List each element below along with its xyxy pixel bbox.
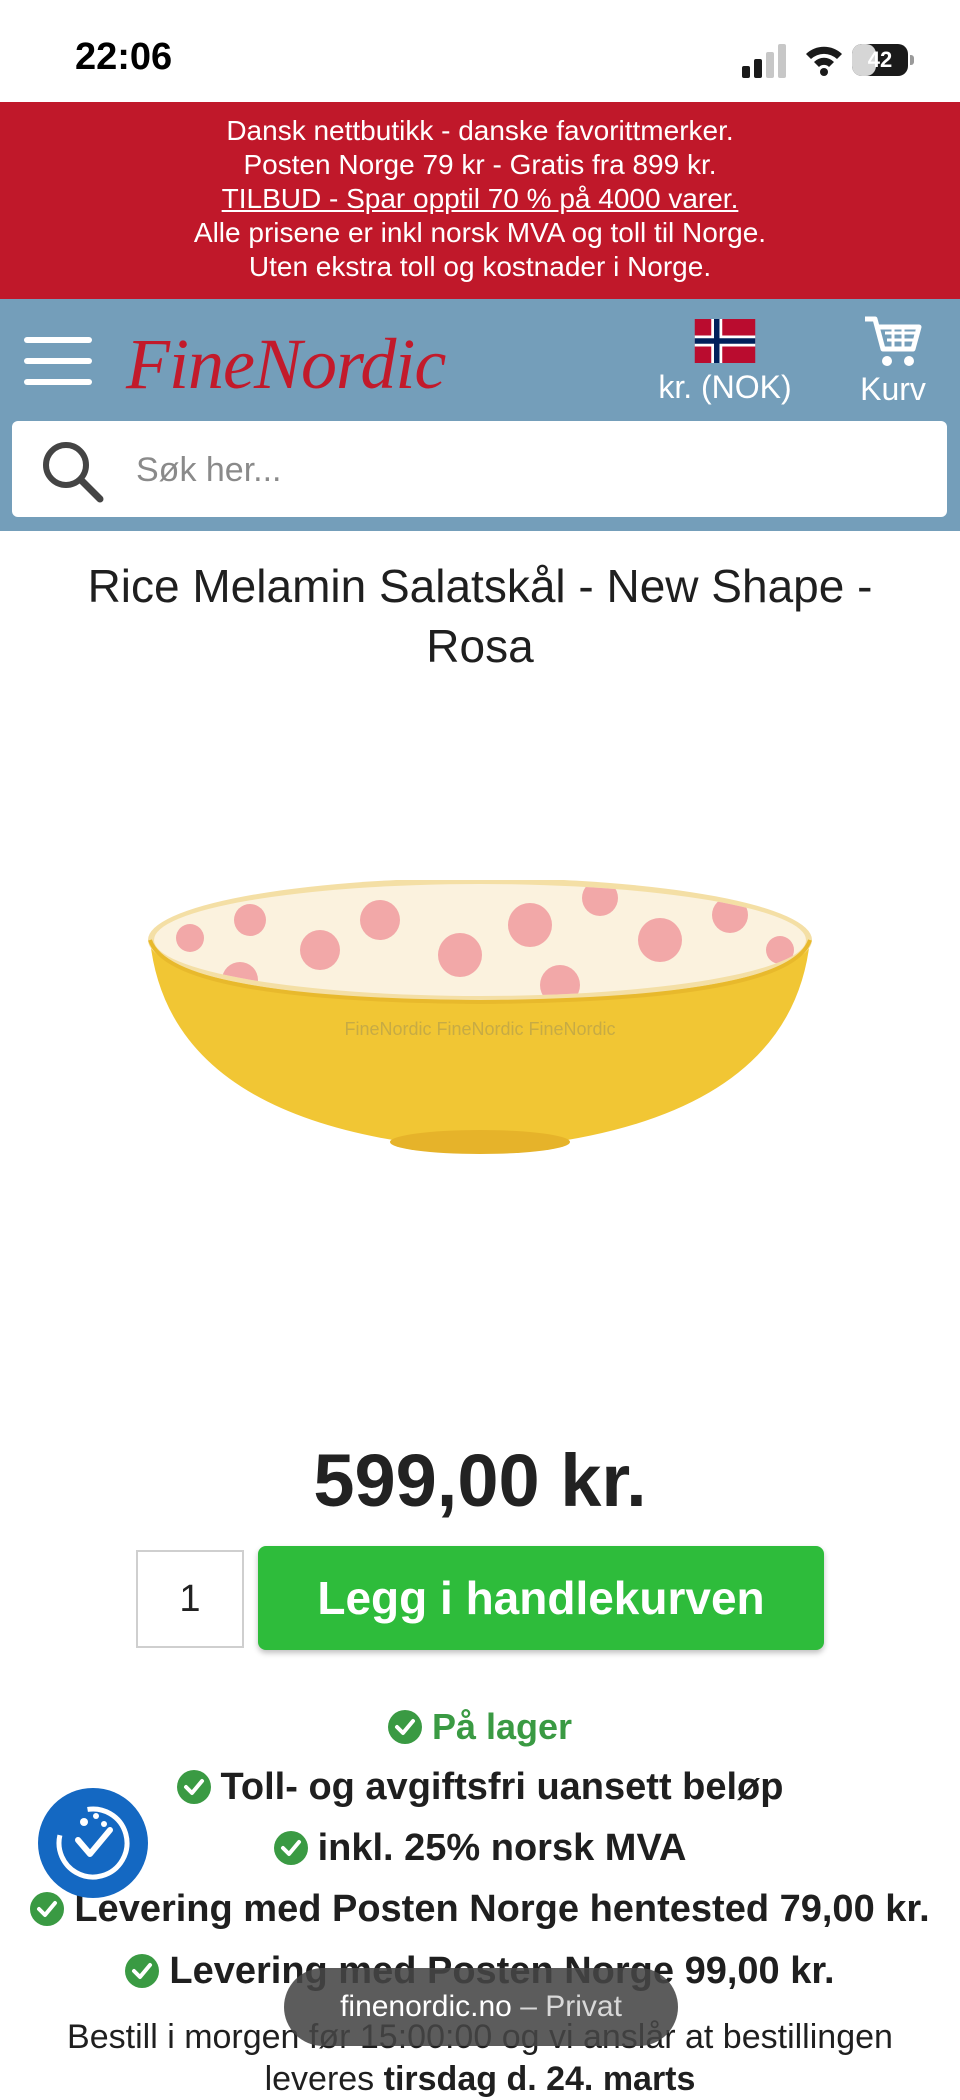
quantity-input[interactable]: 1 (136, 1550, 244, 1648)
feature-label: inkl. 25% norsk MVA (317, 1827, 687, 1869)
delivery-date: tirsdag d. 24. marts (383, 2060, 696, 2098)
search-bar (12, 421, 947, 517)
promo-offer-link[interactable]: TILBUD - Spar opptil 70 % på 4000 varer. (0, 182, 960, 216)
stock-label: På lager (431, 1706, 573, 1747)
promo-banner: Dansk nettbutikk - danske favorittmerker… (0, 102, 960, 299)
delivery-estimate-line: leveres tirsdag d. 24. marts (0, 2058, 960, 2100)
site-logo[interactable]: FineNordic (126, 323, 446, 406)
status-time: 22:06 (75, 36, 173, 78)
browsing-mode: – Privat (520, 1990, 622, 2023)
promo-line: Posten Norge 79 kr - Gratis fra 899 kr. (243, 149, 717, 180)
accessibility-button[interactable] (38, 1788, 148, 1898)
stock-status: På lager (0, 1706, 960, 1748)
feature-label: Toll- og avgiftsfri uansett beløp (220, 1766, 784, 1808)
currency-label: kr. (NOK) (658, 369, 792, 405)
cart-button[interactable]: Kurv (848, 313, 938, 408)
delivery-prefix: leveres (264, 2060, 384, 2098)
product-price: 599,00 kr. (313, 1439, 647, 1522)
accessibility-icon (56, 1806, 130, 1880)
currency-selector[interactable]: kr. (NOK) (650, 319, 800, 406)
promo-line: Alle prisene er inkl norsk MVA og toll t… (193, 217, 767, 248)
promo-line: Uten ekstra toll og kostnader i Norge. (248, 251, 712, 282)
search-input[interactable] (134, 439, 918, 501)
check-circle-icon (176, 1770, 211, 1804)
check-circle-icon (387, 1710, 422, 1744)
cellular-signal-icon (742, 44, 786, 78)
check-circle-icon (125, 1954, 160, 1988)
search-icon[interactable] (40, 439, 104, 503)
hamburger-icon[interactable] (24, 337, 92, 385)
wifi-icon (806, 46, 842, 76)
status-bar: 22:06 42 (0, 0, 960, 102)
image-watermark: FineNordic FineNordic FineNordic (344, 1019, 615, 1039)
browser-url-pill[interactable]: finenordic.no – Privat (284, 1968, 678, 2046)
check-circle-icon (273, 1831, 308, 1865)
norway-flag-icon (694, 319, 756, 363)
cart-label: Kurv (860, 371, 926, 407)
url-domain: finenordic.no (340, 1990, 512, 2023)
site-header: FineNordic kr. (NOK) Kurv (0, 299, 960, 531)
feature-label: Levering med Posten Norge hentested 79,0… (74, 1888, 930, 1930)
add-to-cart-button[interactable]: Legg i handlekurven (258, 1546, 824, 1650)
product-title: Rice Melamin Salatskål - New Shape - Ros… (87, 560, 873, 672)
product-image[interactable]: FineNordic FineNordic FineNordic (130, 880, 830, 1180)
battery-icon: 42 (852, 44, 914, 76)
promo-line: Dansk nettbutikk - danske favorittmerker… (226, 115, 734, 146)
battery-percent: 42 (867, 47, 893, 72)
cart-icon (865, 316, 922, 366)
